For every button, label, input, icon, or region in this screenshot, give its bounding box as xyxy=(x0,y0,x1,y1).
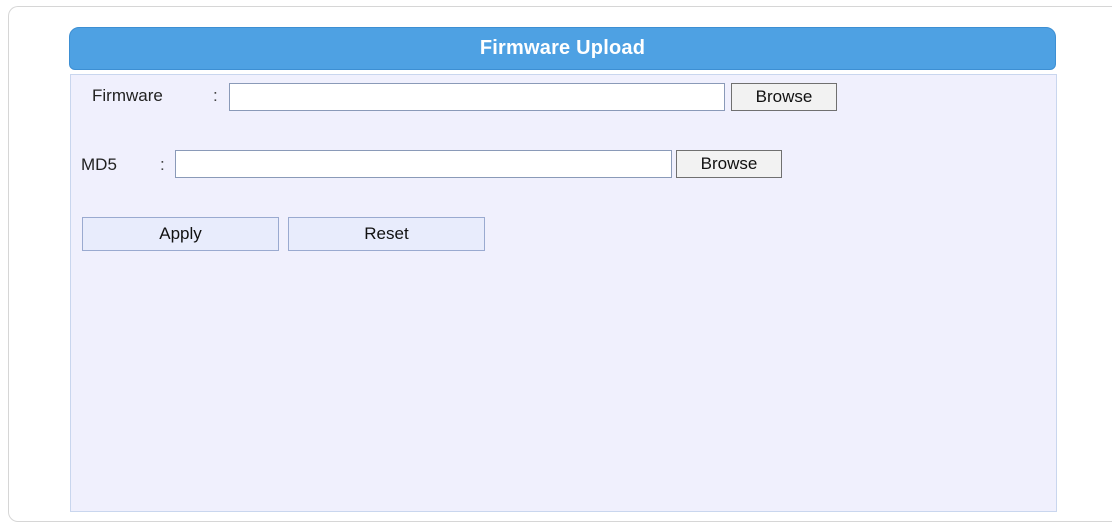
section-title: Firmware Upload xyxy=(479,37,646,59)
md5-label: MD5 xyxy=(81,155,117,174)
section-header: Firmware Upload xyxy=(69,27,1056,70)
firmware-file-input[interactable] xyxy=(229,83,725,111)
firmware-label: Firmware xyxy=(92,86,163,105)
firmware-upload-panel: Firmware : Browse MD5 : Browse Apply Res… xyxy=(70,74,1057,512)
md5-colon: : xyxy=(160,155,165,174)
reset-button[interactable]: Reset xyxy=(288,217,485,251)
apply-button[interactable]: Apply xyxy=(82,217,279,251)
md5-file-input[interactable] xyxy=(175,150,672,178)
firmware-colon: : xyxy=(213,86,218,105)
firmware-browse-button[interactable]: Browse xyxy=(731,83,837,111)
md5-browse-button[interactable]: Browse xyxy=(676,150,782,178)
